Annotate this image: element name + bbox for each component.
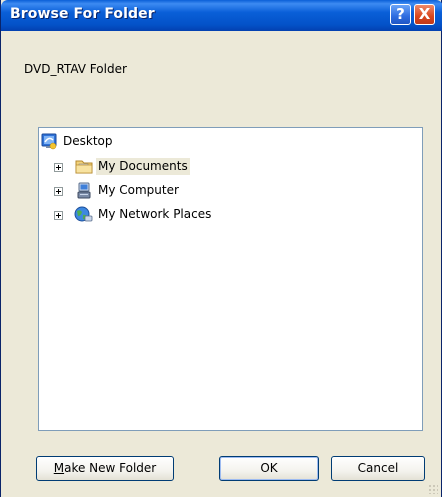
tree-node-my-documents[interactable]: My Documents [39,158,239,176]
expand-toggle-my-network-places[interactable] [54,211,63,220]
cancel-button[interactable]: Cancel [331,456,425,481]
instruction-text: DVD_RTAV Folder [24,62,127,76]
browse-folder-dialog: Browse For Folder ? X DVD_RTAV Folder De… [0,0,442,497]
resize-grip-icon[interactable] [428,484,438,494]
ok-button[interactable]: OK [219,456,319,481]
help-button[interactable]: ? [390,4,411,25]
make-new-folder-label: ake New Folder [64,461,157,475]
tree-label-my-computer: My Computer [98,183,179,197]
cancel-label: Cancel [357,461,399,475]
close-button[interactable]: X [414,4,435,25]
make-new-folder-mnemonic: M [53,461,65,475]
tree-label-my-network-places: My Network Places [98,207,212,221]
my-computer-icon [75,182,93,203]
title-bar[interactable]: Browse For Folder ? X [1,0,442,31]
folder-tree[interactable]: Desktop My Documents My Computer My Netw… [38,127,423,431]
tree-node-my-computer[interactable]: My Computer [39,182,239,200]
expand-toggle-my-computer[interactable] [54,187,63,196]
help-icon: ? [396,5,405,23]
ok-label: OK [260,461,278,475]
tree-node-my-network-places[interactable]: My Network Places [39,206,259,224]
close-icon: X [418,5,431,23]
make-new-folder-button[interactable]: Make New Folder [36,456,174,481]
expand-toggle-my-documents[interactable] [54,163,63,172]
tree-label-desktop: Desktop [63,134,113,148]
desktop-icon [41,133,58,153]
network-places-icon [73,206,93,227]
my-documents-folder-icon [75,158,93,178]
dialog-title: Browse For Folder [10,6,155,22]
tree-node-desktop[interactable]: Desktop [41,133,241,151]
tree-label-my-documents: My Documents [96,158,190,175]
